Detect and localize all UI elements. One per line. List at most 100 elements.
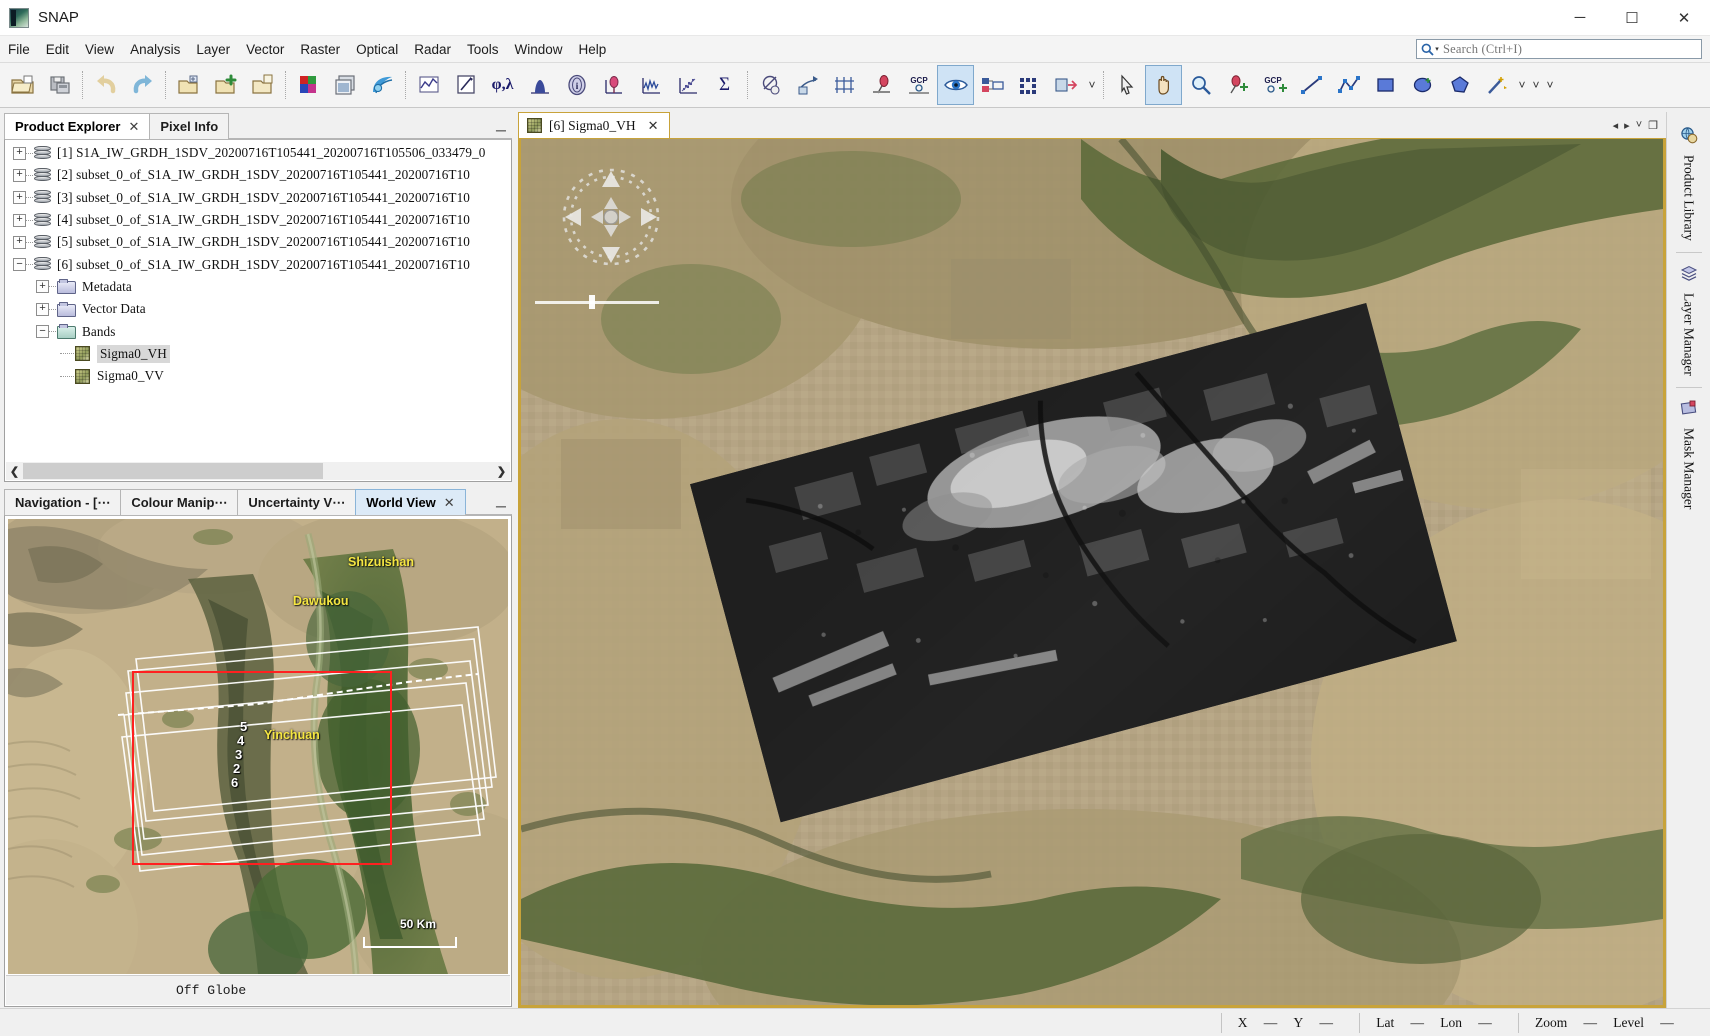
collapse-icon[interactable]: − (13, 258, 26, 271)
rgb-squares-icon[interactable] (290, 65, 327, 105)
pin-plus-icon[interactable] (1219, 65, 1256, 105)
cut-folder-icon[interactable] (170, 65, 207, 105)
tab-world-view[interactable]: World View ✕ (355, 489, 466, 515)
tree-row-product-1[interactable]: + [1] S1A_IW_GRDH_1SDV_20200716T105441_2… (5, 142, 511, 164)
menu-vector[interactable]: Vector (238, 39, 292, 60)
minimize-dock-button[interactable]: ─ (490, 498, 512, 515)
toolbar-overflow-2[interactable]: ˅ (1515, 78, 1529, 92)
paste-folder-icon[interactable] (244, 65, 281, 105)
copy-folder-icon[interactable] (207, 65, 244, 105)
circle-slash-icon[interactable] (752, 65, 789, 105)
expander-icon[interactable]: + (13, 214, 26, 227)
sigma-icon[interactable]: Σ (706, 65, 743, 105)
expander-icon[interactable]: + (36, 303, 49, 316)
arrow-cursor-icon[interactable] (1108, 65, 1145, 105)
mask-squares-icon[interactable] (974, 65, 1011, 105)
rectangle-tool-icon[interactable] (1367, 65, 1404, 105)
tree-row-band-sigma0-vv[interactable]: Sigma0_VV (5, 365, 511, 387)
menu-raster[interactable]: Raster (292, 39, 348, 60)
save-disk-icon[interactable] (41, 65, 78, 105)
menu-optical[interactable]: Optical (348, 39, 406, 60)
tree-row-product-3[interactable]: + [3] subset_0_of_S1A_IW_GRDH_1SDV_20200… (5, 187, 511, 209)
tree-row-bands[interactable]: − Bands (5, 320, 511, 342)
toolbar-overflow-3[interactable]: ˅ (1529, 78, 1543, 92)
menu-tools[interactable]: Tools (459, 39, 507, 60)
tree-row-vector-data[interactable]: + Vector Data (5, 298, 511, 320)
chevron-down-icon[interactable]: ▾ (1435, 45, 1439, 53)
tab-product-explorer[interactable]: Product Explorer ✕ (4, 113, 150, 139)
window-stack-icon[interactable] (327, 65, 364, 105)
phi-lambda-icon[interactable]: φ,λ (484, 65, 521, 105)
tree-row-product-4[interactable]: + [4] subset_0_of_S1A_IW_GRDH_1SDV_20200… (5, 209, 511, 231)
open-folder-icon[interactable] (4, 65, 41, 105)
menu-edit[interactable]: Edit (38, 39, 77, 60)
scatter-plot-icon[interactable] (669, 65, 706, 105)
horizontal-scrollbar[interactable]: ❮ ❯ (6, 462, 510, 480)
export-overlay-icon[interactable] (1048, 65, 1085, 105)
expander-icon[interactable]: + (13, 169, 26, 182)
menu-view[interactable]: View (77, 39, 122, 60)
tab-colour-manipulation[interactable]: Colour Manip⋯ (120, 489, 238, 515)
tree-row-metadata[interactable]: + Metadata (5, 276, 511, 298)
hand-icon[interactable] (1145, 65, 1182, 105)
expander-icon[interactable]: + (36, 280, 49, 293)
close-icon[interactable]: ✕ (648, 118, 659, 134)
collapse-icon[interactable]: − (36, 325, 49, 338)
scrollbar-thumb[interactable] (23, 463, 323, 479)
info-oval-icon[interactable]: i (558, 65, 595, 105)
polygon-tool-icon[interactable] (1441, 65, 1478, 105)
scroll-tabs-right-icon[interactable]: ▸ (1622, 119, 1632, 132)
maximize-button[interactable]: ☐ (1606, 0, 1658, 36)
sidebar-item-product-library[interactable]: Product Library (1676, 118, 1702, 249)
search-input[interactable] (1443, 40, 1701, 58)
tree-row-band-sigma0-vh[interactable]: Sigma0_VH (5, 343, 511, 365)
scroll-right-icon[interactable]: ❯ (493, 463, 510, 480)
menu-window[interactable]: Window (507, 39, 571, 60)
expander-icon[interactable]: + (13, 236, 26, 249)
tab-navigation[interactable]: Navigation - [⋯ (4, 489, 121, 515)
magic-wand-icon[interactable] (1478, 65, 1515, 105)
magnifier-icon[interactable] (1182, 65, 1219, 105)
toolbar-overflow-4[interactable]: ˅ (1543, 78, 1557, 92)
close-icon[interactable]: ✕ (444, 495, 455, 511)
menu-radar[interactable]: Radar (406, 39, 459, 60)
tab-pixel-info[interactable]: Pixel Info (149, 113, 229, 139)
tab-uncertainty-visualisation[interactable]: Uncertainty V⋯ (237, 489, 356, 515)
statistics-flask-icon[interactable] (595, 65, 632, 105)
pixel-grid-icon[interactable] (1011, 65, 1048, 105)
search-icon[interactable]: ▾ (1417, 40, 1443, 58)
gcp-plus-icon[interactable]: GCP (1256, 65, 1293, 105)
menu-file[interactable]: File (0, 39, 38, 60)
gcp-icon[interactable]: GCP (900, 65, 937, 105)
line-plot-icon[interactable] (410, 65, 447, 105)
menu-help[interactable]: Help (571, 39, 615, 60)
polyline-tool-icon[interactable] (1330, 65, 1367, 105)
world-view-map[interactable]: Shizuishan Dawukou Yinchuan 5 4 3 2 6 50… (8, 519, 508, 974)
minimize-dock-button[interactable]: ─ (490, 122, 512, 139)
menu-analysis[interactable]: Analysis (122, 39, 188, 60)
close-icon[interactable]: ✕ (128, 119, 139, 135)
redo-arrow-icon[interactable] (124, 65, 161, 105)
pin-icon[interactable] (863, 65, 900, 105)
timeseries-icon[interactable] (632, 65, 669, 105)
navigation-compass-icon[interactable] (551, 157, 671, 277)
tree-row-product-5[interactable]: + [5] subset_0_of_S1A_IW_GRDH_1SDV_20200… (5, 231, 511, 253)
sidebar-item-layer-manager[interactable]: Layer Manager (1676, 256, 1702, 384)
expander-icon[interactable]: + (13, 147, 26, 160)
maximize-view-icon[interactable]: ❐ (1646, 119, 1660, 132)
zoom-slider-handle[interactable] (589, 295, 595, 309)
ellipse-tool-icon[interactable] (1404, 65, 1441, 105)
search-box[interactable]: ▾ (1416, 39, 1702, 59)
scrollbar-track[interactable] (323, 463, 493, 479)
sidebar-item-mask-manager[interactable]: Mask Manager (1676, 391, 1702, 517)
globe-swoosh-icon[interactable] (364, 65, 401, 105)
scroll-left-icon[interactable]: ❮ (6, 463, 23, 480)
histogram-icon[interactable] (521, 65, 558, 105)
expander-icon[interactable]: + (13, 191, 26, 204)
undo-arrow-icon[interactable] (87, 65, 124, 105)
tab-list-icon[interactable]: ˅ (1634, 119, 1644, 131)
tab-sigma0-vh-view[interactable]: [6] Sigma0_VH ✕ (518, 112, 670, 138)
pencil-panel-icon[interactable] (447, 65, 484, 105)
eye-icon[interactable] (937, 65, 974, 105)
minimize-button[interactable]: ─ (1554, 0, 1606, 36)
